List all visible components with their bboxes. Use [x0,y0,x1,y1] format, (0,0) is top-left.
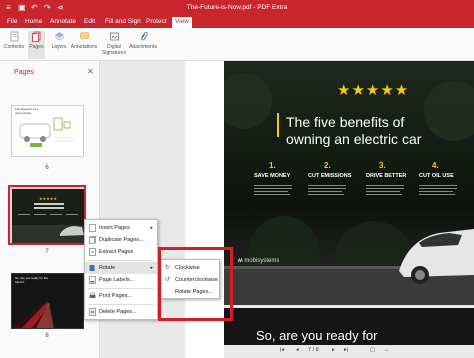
ribbon-toolbar: Contents Pages Layers Annotations Digita… [0,28,474,61]
menu-separator [88,288,154,289]
page-number-8: 8 [45,333,49,339]
benefit-1-number: 1. [269,161,276,170]
menu-fill-and-sign[interactable]: Fill and Sign [105,18,141,25]
rating-stars: ★★★★★ [337,81,410,99]
slide-heading-line2: owning an electric car [286,131,422,147]
page-thumbnail-6[interactable]: The blueprint of a green future [11,105,84,157]
close-icon[interactable]: ✕ [87,67,94,76]
menu-view[interactable]: View [172,17,192,28]
page-thumbnail-7-selected[interactable]: ★★★★★ [8,185,86,245]
brand-name: mobisystems [244,258,280,264]
first-page-icon[interactable]: |◂ [280,347,284,353]
submenu-arrow-icon: ▸ [150,225,153,231]
pages-label: Pages [29,44,44,50]
digital-signatures-button[interactable]: Digital Signatures [100,31,128,56]
menu-item-delete-pages[interactable]: Delete Pages... [85,306,157,318]
print-pages-label: Print Pages... [99,293,133,299]
panel-title: Pages [14,69,34,76]
annotations-label: Annotations [70,44,98,50]
thumbnail-8-heading: So, are you ready for the future? [15,276,49,284]
contents-button[interactable]: Contents [4,31,24,50]
attachments-button[interactable]: Attachments [128,31,158,50]
annotations-button[interactable]: Annotations [70,31,98,50]
attachments-label: Attachments [129,44,157,50]
menu-item-duplicate-pages[interactable]: Duplicate Pages... [85,234,157,246]
menu-separator [88,260,154,261]
fit-width-icon[interactable]: ↔ [384,347,390,353]
paperclip-icon [140,32,148,41]
menu-edit[interactable]: Edit [84,18,95,25]
insert-pages-label: Insert Pages [99,225,130,231]
menu-item-extract-pages[interactable]: Extract Pages [85,246,157,258]
digital-signatures-label: Digital Signatures [102,44,126,56]
next-page-icon[interactable]: ▸ [332,347,335,353]
fit-page-icon[interactable]: ▢ [370,347,375,353]
page-navigation-bar: |◂ ◂ 7 / 8 ▸ ▸| ▢ ↔ [224,345,474,358]
title-bar: ≡ ▣ ↶ ↷ ⋖ The-Future-is-Now.pdf - PDF Ex… [0,0,474,16]
benefit-2-label: CUT EMISSIONS [308,173,352,179]
brand-logo: ʍ mobisystems [238,258,279,264]
layers-icon [54,32,64,41]
benefit-4-number: 4. [432,161,439,170]
page-labels-icon [89,276,96,284]
submenu-arrow-icon: ▸ [150,265,153,271]
benefit-1-label: SAVE MONEY [254,173,291,179]
extract-pages-icon [89,248,96,256]
delete-pages-label: Delete Pages... [99,309,137,315]
print-icon [89,292,96,298]
page-context-menu: Insert Pages ▸ Duplicate Pages... Extrac… [84,219,158,320]
duplicate-pages-label: Duplicate Pages... [99,237,144,243]
benefit-4-label: CUT OIL USE [419,173,454,179]
delete-pages-icon [89,308,96,316]
thumbnail-7-graphic: ★★★★★ [12,189,84,243]
menu-separator [88,304,154,305]
menu-bar: File Home Annotate Edit Fill and Sign Pr… [0,16,474,28]
page-labels-label: Page Labels... [99,277,135,283]
benefit-2-number: 2. [324,161,331,170]
svg-text:★★★★★: ★★★★★ [39,196,57,201]
page-8-heading: So, are you ready for [256,328,378,343]
rotate-icon [89,265,95,271]
insert-pages-icon [89,224,96,232]
brand-mark-icon: ʍ [238,258,243,264]
annotations-icon [79,32,89,41]
document-page-7: ★★★★★ The five benefits of owning an ele… [224,61,474,305]
menu-item-page-labels[interactable]: Page Labels... [85,274,157,286]
highlight-box [158,247,233,321]
last-page-icon[interactable]: ▸| [344,347,348,353]
benefit-body-text [254,185,457,195]
benefit-3-label: DRIVE BETTER [366,173,407,179]
digital-signature-icon [109,32,119,41]
window-title: The-Future-is-Now.pdf - PDF Extra [186,4,288,11]
pages-icon [32,31,41,42]
thumbnail-6-heading: The blueprint of a green future [15,107,39,115]
menu-item-print-pages[interactable]: Print Pages... [85,290,157,302]
menu-home[interactable]: Home [25,18,42,25]
benefit-3-number: 3. [379,161,386,170]
menu-protect[interactable]: Protect [146,18,167,25]
contents-label: Contents [4,44,25,50]
page-number-7: 7 [45,249,49,255]
layers-label: Layers [51,44,67,50]
menu-item-insert-pages[interactable]: Insert Pages ▸ [85,222,157,234]
duplicate-pages-icon [89,236,96,244]
menu-item-rotate[interactable]: Rotate ▸ [85,262,157,274]
contents-icon [10,31,18,42]
extract-pages-label: Extract Pages [99,249,134,255]
slide-heading-line1: The five benefits of [286,114,405,130]
page-number-6: 6 [45,165,49,171]
menu-annotate[interactable]: Annotate [50,18,76,25]
pages-button[interactable]: Pages [28,31,45,59]
page-thumbnail-8[interactable]: So, are you ready for the future? [11,273,84,329]
page-indicator[interactable]: 7 / 8 [308,347,319,353]
prev-page-icon[interactable]: ◂ [296,347,299,353]
rotate-label: Rotate [99,265,116,271]
layers-button[interactable]: Layers [49,31,69,50]
menu-file[interactable]: File [7,18,17,25]
